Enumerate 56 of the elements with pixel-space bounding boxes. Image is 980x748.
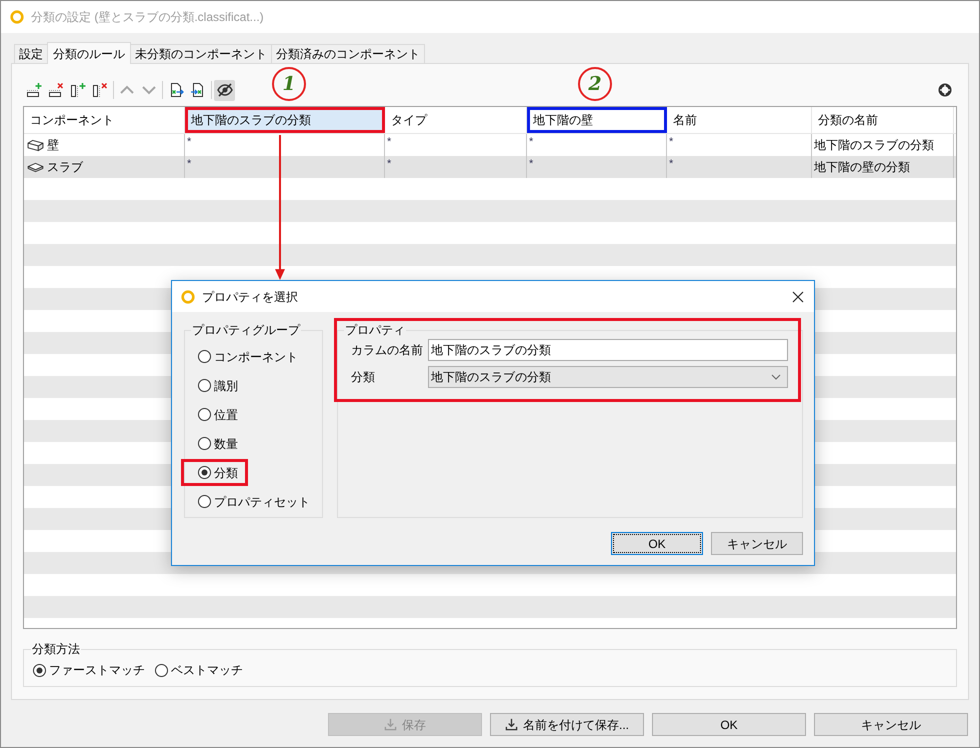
group-label: プロパティグループ	[191, 323, 301, 337]
radio-button[interactable]: 数量	[181, 430, 248, 457]
table-cell: *	[527, 156, 667, 178]
close-button[interactable]	[790, 288, 806, 304]
ring-icon	[10, 10, 24, 24]
document-arrow-icon	[168, 82, 184, 98]
dialog-button[interactable]: キャンセル	[814, 713, 968, 736]
tab[interactable]: 未分類のコンポーネント	[130, 44, 272, 63]
component-name: スラブ	[47, 159, 83, 176]
column-cross-icon	[92, 82, 108, 98]
radio-button[interactable]: ベストマッチ	[155, 661, 243, 679]
text-field[interactable]: 地下階のスラブの分類	[428, 339, 788, 361]
lifebuoy-icon[interactable]	[938, 83, 952, 97]
group-label: プロパティ	[344, 323, 406, 337]
radio-button[interactable]: コンポーネント	[181, 343, 308, 370]
table-cell: *	[667, 156, 812, 178]
download-icon	[384, 718, 397, 731]
dropdown[interactable]: 地下階のスラブの分類	[428, 366, 788, 388]
radio-button[interactable]: 分類	[181, 459, 248, 486]
tab[interactable]: 分類のルール	[47, 42, 131, 64]
column-header[interactable]: 地下階のスラブの分類	[185, 107, 385, 133]
component-name: 壁	[47, 137, 59, 154]
radio-button[interactable]: 位置	[181, 401, 248, 428]
ring-icon	[181, 290, 195, 304]
close-icon	[792, 290, 804, 302]
download-icon	[504, 718, 518, 731]
column-plus-icon	[70, 82, 86, 98]
annotation-marker: 2	[578, 67, 612, 101]
field-label: カラムの名前	[350, 342, 424, 359]
dialog-button[interactable]: OK	[611, 532, 703, 555]
field-label: 分類	[350, 369, 376, 386]
document-arrow-icon	[190, 82, 206, 98]
table-cell: *	[185, 156, 385, 178]
window-title: 分類の設定 (壁とスラブの分類.classificat...)	[31, 9, 264, 26]
table-cell: *	[385, 156, 527, 178]
table-cell: 地下階の壁の分類	[812, 156, 954, 178]
tab[interactable]: 分類済みのコンポーネント	[271, 44, 425, 63]
dialog-button[interactable]: キャンセル	[711, 532, 803, 555]
eye-slash-icon	[216, 82, 232, 98]
radio-button[interactable]: 識別	[181, 372, 248, 399]
row-plus-icon	[26, 82, 42, 98]
row-cross-icon	[48, 82, 64, 98]
save-button[interactable]: 名前を付けて保存...	[490, 713, 644, 736]
radio-button[interactable]: プロパティセット	[181, 488, 320, 515]
dialog-button[interactable]: OK	[652, 713, 806, 736]
dialog-title: プロパティを選択	[202, 288, 298, 306]
visibility-toggle-button[interactable]	[214, 80, 235, 100]
column-header[interactable]: 地下階の壁	[527, 107, 667, 133]
block-icon	[27, 138, 44, 152]
radio-button[interactable]: ファーストマッチ	[33, 661, 145, 679]
annotation-marker: 1	[272, 67, 306, 101]
chevron-down-icon	[771, 374, 781, 380]
table-row[interactable]: スラブ * * * * 地下階の壁の分類	[24, 156, 956, 178]
group-label: 分類方法	[31, 642, 81, 656]
tab[interactable]: 設定	[14, 44, 48, 63]
slab-icon	[27, 162, 44, 172]
